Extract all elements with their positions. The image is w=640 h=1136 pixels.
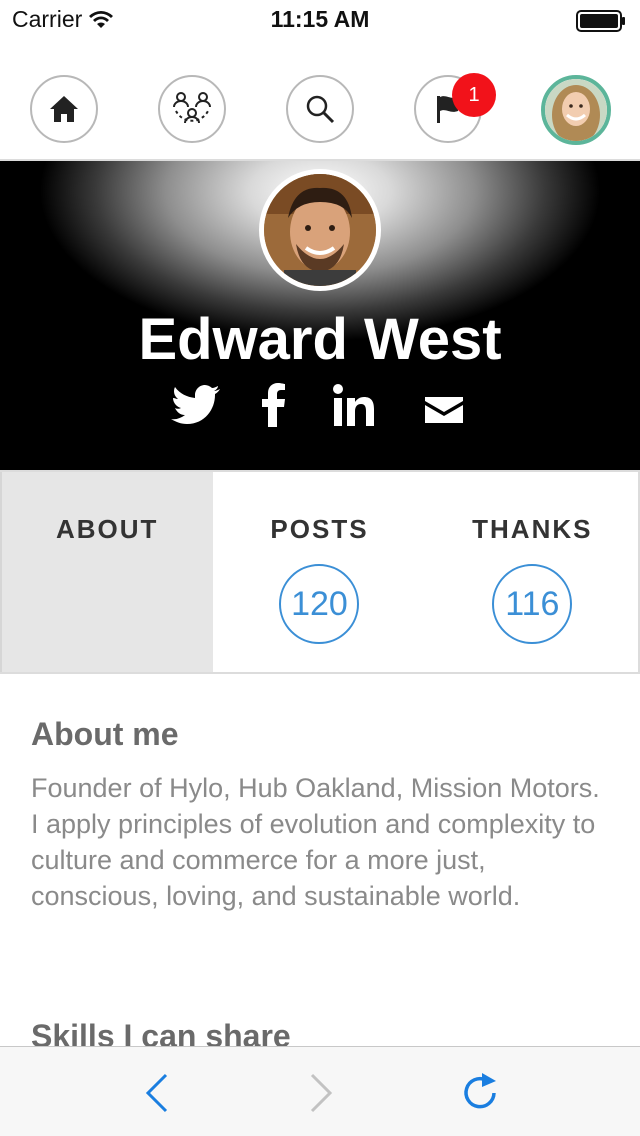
about-text: Founder of Hylo, Hub Oakland, Mission Mo… — [31, 773, 600, 911]
search-button[interactable] — [286, 75, 354, 143]
email-icon[interactable] — [425, 397, 463, 423]
battery-icon — [576, 10, 625, 32]
skills-title: Skills I can share — [31, 1018, 291, 1046]
top-nav: 1 — [0, 40, 640, 161]
linkedin-icon[interactable] — [333, 383, 375, 427]
community-button[interactable] — [158, 75, 226, 143]
posts-count: 120 — [279, 564, 360, 644]
reload-button[interactable] — [462, 1071, 502, 1115]
tab-thanks[interactable]: THANKS 116 — [427, 472, 640, 672]
profile-tabs: ABOUT POSTS 120 THANKS 116 — [0, 470, 640, 674]
tab-posts[interactable]: POSTS 120 — [213, 472, 426, 672]
notifications-button[interactable]: 1 — [414, 73, 496, 143]
twitter-icon[interactable] — [170, 383, 222, 427]
tab-thanks-label: THANKS — [472, 514, 593, 544]
tab-about-label: ABOUT — [55, 514, 159, 544]
browser-toolbar — [0, 1046, 640, 1136]
about-title: About me — [31, 716, 179, 752]
facebook-icon[interactable] — [262, 383, 286, 427]
social-links — [0, 383, 640, 433]
tab-posts-label: POSTS — [270, 514, 369, 544]
profile-name: Edward West — [138, 307, 502, 372]
status-time: 11:15 AM — [270, 6, 370, 32]
home-icon — [50, 96, 78, 122]
profile-photo — [259, 169, 381, 291]
community-icon — [173, 92, 211, 124]
profile-header: Edward West — [0, 161, 640, 470]
back-button[interactable] — [138, 1071, 178, 1115]
home-button[interactable] — [30, 75, 98, 143]
profile-photo-image — [264, 174, 376, 286]
user-avatar-image — [545, 79, 607, 141]
search-icon — [306, 95, 335, 124]
notification-badge: 1 — [452, 73, 496, 117]
user-avatar[interactable] — [541, 75, 611, 145]
tab-about[interactable]: ABOUT — [0, 472, 214, 672]
profile-content: About me Founder of Hylo, Hub Oakland, M… — [0, 674, 640, 1046]
thanks-count: 116 — [492, 564, 573, 644]
status-bar: Carrier 11:15 AM — [0, 0, 640, 40]
forward-button[interactable] — [300, 1071, 340, 1115]
